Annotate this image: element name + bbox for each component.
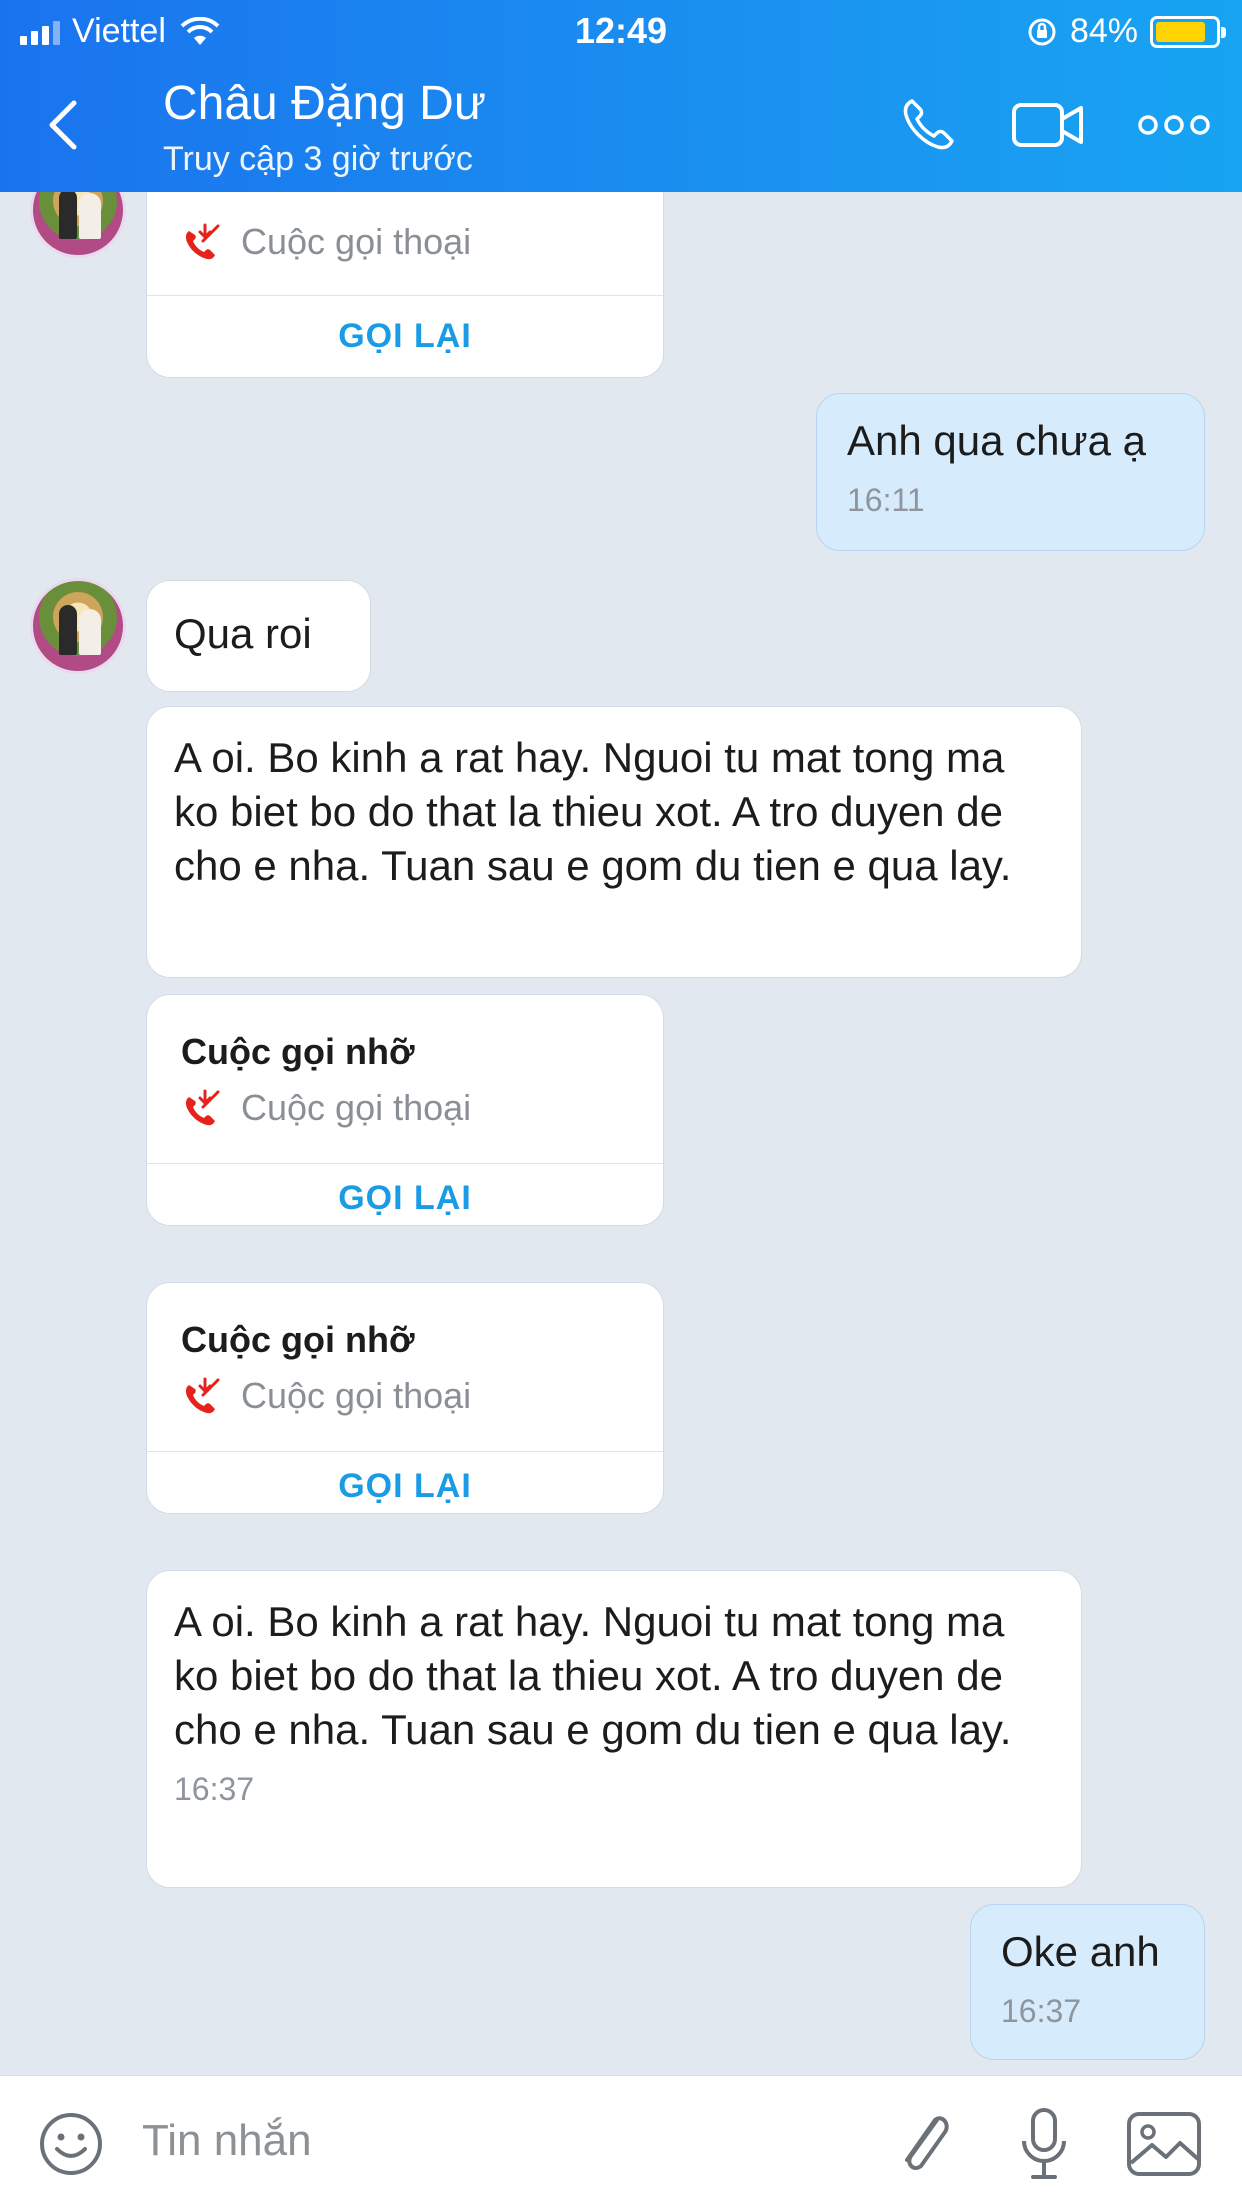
status-right: 84% — [1026, 12, 1226, 51]
image-icon — [1127, 2112, 1201, 2176]
call-title: Cuộc gọi nhỡ — [181, 1319, 415, 1360]
message-bubble-sent[interactable]: Anh qua chưa ạ 16:11 — [816, 393, 1205, 551]
message-input-bar: Tin nhắn — [0, 2075, 1242, 2208]
phone-icon — [903, 99, 954, 150]
message-text: Anh qua chưa ạ — [847, 417, 1147, 464]
divider — [147, 1451, 663, 1452]
more-button[interactable] — [1138, 95, 1210, 155]
contact-last-seen: Truy cập 3 giờ trước — [163, 140, 473, 178]
call-back-button[interactable]: GỌI LẠI — [147, 1467, 663, 1506]
message-bubble-received[interactable]: A oi. Bo kinh a rat hay. Nguoi tu mat to… — [146, 706, 1082, 978]
divider — [147, 295, 663, 296]
voice-button[interactable] — [1012, 2106, 1076, 2182]
chat-messages[interactable]: Cuộc gọi thoại GỌI LẠI Anh qua chưa ạ 16… — [0, 192, 1242, 2075]
message-bubble-received[interactable]: A oi. Bo kinh a rat hay. Nguoi tu mat to… — [146, 1570, 1082, 1888]
message-text: Qua roi — [174, 610, 312, 657]
back-icon — [49, 100, 77, 150]
emoji-button[interactable] — [36, 2106, 106, 2182]
missed-call-icon — [185, 1377, 220, 1414]
call-type: Cuộc gọi thoại — [181, 1087, 471, 1129]
battery-icon — [1150, 15, 1226, 48]
mic-icon — [1022, 2108, 1066, 2179]
contact-name[interactable]: Châu Đặng Dư — [163, 76, 486, 131]
attach-icon — [905, 2116, 949, 2170]
message-input[interactable]: Tin nhắn — [142, 2116, 312, 2166]
contact-avatar[interactable] — [30, 578, 126, 674]
message-text: Oke anh — [1001, 1928, 1160, 1975]
message-text: A oi. Bo kinh a rat hay. Nguoi tu mat to… — [174, 734, 1012, 889]
message-time: 16:37 — [174, 1771, 255, 1807]
message-text: A oi. Bo kinh a rat hay. Nguoi tu mat to… — [174, 1598, 1012, 1753]
video-call-icon — [1012, 103, 1083, 147]
call-button[interactable] — [896, 95, 960, 155]
call-title: Cuộc gọi nhỡ — [181, 1031, 415, 1072]
battery-level — [1156, 21, 1205, 42]
back-button[interactable] — [40, 95, 90, 155]
message-bubble-sent[interactable]: Oke anh 16:37 — [970, 1904, 1205, 2060]
call-type: Cuộc gọi thoại — [181, 221, 471, 263]
missed-call-card: Cuộc gọi nhỡ Cuộc gọi thoại GỌI LẠI — [146, 1282, 664, 1514]
attach-button[interactable] — [890, 2106, 960, 2182]
chat-header: Viettel 12:49 84% Châu Đặng Dư Truy cập — [0, 0, 1242, 192]
message-time: 16:37 — [1001, 1993, 1082, 2029]
call-type: Cuộc gọi thoại — [181, 1375, 471, 1417]
divider — [147, 1163, 663, 1164]
video-call-button[interactable] — [1010, 95, 1086, 155]
missed-call-icon — [185, 1089, 220, 1126]
missed-call-icon — [185, 223, 220, 260]
contact-avatar[interactable] — [30, 192, 126, 258]
missed-call-card: Cuộc gọi nhỡ Cuộc gọi thoại GỌI LẠI — [146, 994, 664, 1226]
image-button[interactable] — [1124, 2106, 1204, 2182]
emoji-icon — [40, 2113, 102, 2175]
message-time: 16:11 — [847, 482, 925, 518]
message-bubble-received[interactable]: Qua roi — [146, 580, 371, 692]
call-back-button[interactable]: GỌI LẠI — [147, 1179, 663, 1218]
call-card: Cuộc gọi thoại GỌI LẠI — [146, 192, 664, 378]
status-bar: Viettel 12:49 84% — [0, 0, 1242, 62]
orientation-lock-icon — [1028, 18, 1056, 45]
battery-percent: 84% — [1069, 12, 1138, 50]
more-icon — [1138, 115, 1210, 135]
call-back-button[interactable]: GỌI LẠI — [147, 317, 663, 356]
